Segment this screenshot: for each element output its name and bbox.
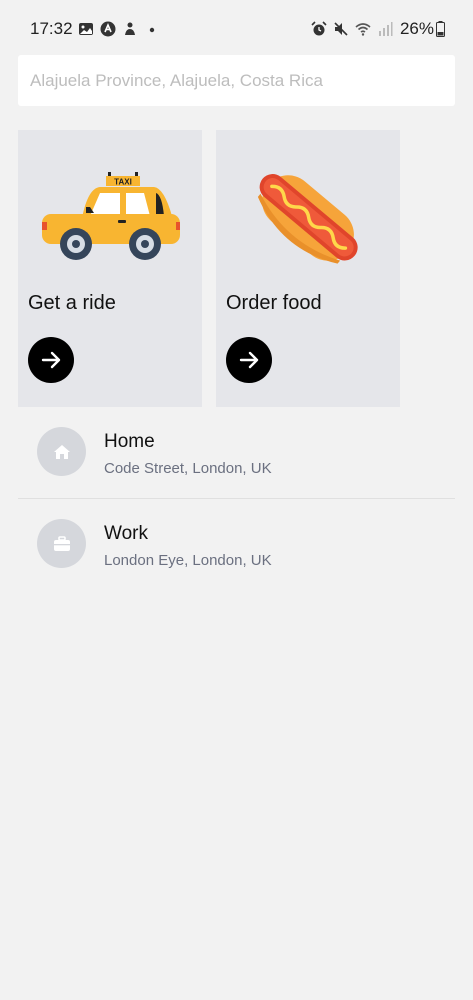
place-title: Work xyxy=(104,523,148,544)
get-a-ride-card[interactable]: TAXI Get a ride xyxy=(18,130,202,407)
gallery-icon xyxy=(79,23,93,35)
order-food-label: Order food xyxy=(226,292,322,314)
mute-icon xyxy=(334,22,348,36)
order-food-button[interactable] xyxy=(226,337,272,383)
battery-percent: 26% xyxy=(399,19,434,38)
saved-place-home[interactable]: Home Code Street, London, UK xyxy=(18,407,455,499)
hotdog-icon xyxy=(257,174,358,264)
status-left-icons xyxy=(78,21,160,37)
battery-status: 26% xyxy=(400,19,445,39)
taxi-icon: TAXI xyxy=(42,172,180,260)
battery-icon xyxy=(436,21,445,37)
notification-icon xyxy=(125,22,135,35)
status-right-icons xyxy=(311,21,393,37)
briefcase-icon xyxy=(53,535,70,551)
place-address: London Eye, London, UK xyxy=(104,552,272,569)
wifi-icon xyxy=(355,23,371,36)
home-icon-badge xyxy=(37,427,86,476)
briefcase-icon-badge xyxy=(37,519,86,568)
alarm-icon xyxy=(311,21,327,36)
saved-place-work[interactable]: Work London Eye, London, UK xyxy=(18,499,455,591)
location-search-input[interactable] xyxy=(18,55,455,106)
get-a-ride-button[interactable] xyxy=(28,337,74,383)
app-icon xyxy=(100,21,116,37)
get-a-ride-label: Get a ride xyxy=(28,292,116,314)
status-time: 17:32 xyxy=(30,19,73,38)
order-food-card[interactable]: Order food xyxy=(216,130,400,407)
place-title: Home xyxy=(104,431,155,452)
status-bar: 17:32 26% xyxy=(0,0,473,60)
place-address: Code Street, London, UK xyxy=(104,460,272,477)
signal-icon xyxy=(379,22,393,36)
home-icon xyxy=(53,444,70,459)
arrow-right-icon xyxy=(239,351,259,369)
taxi-sign-text: TAXI xyxy=(114,178,132,187)
dot-icon xyxy=(149,27,155,33)
arrow-right-icon xyxy=(41,351,61,369)
